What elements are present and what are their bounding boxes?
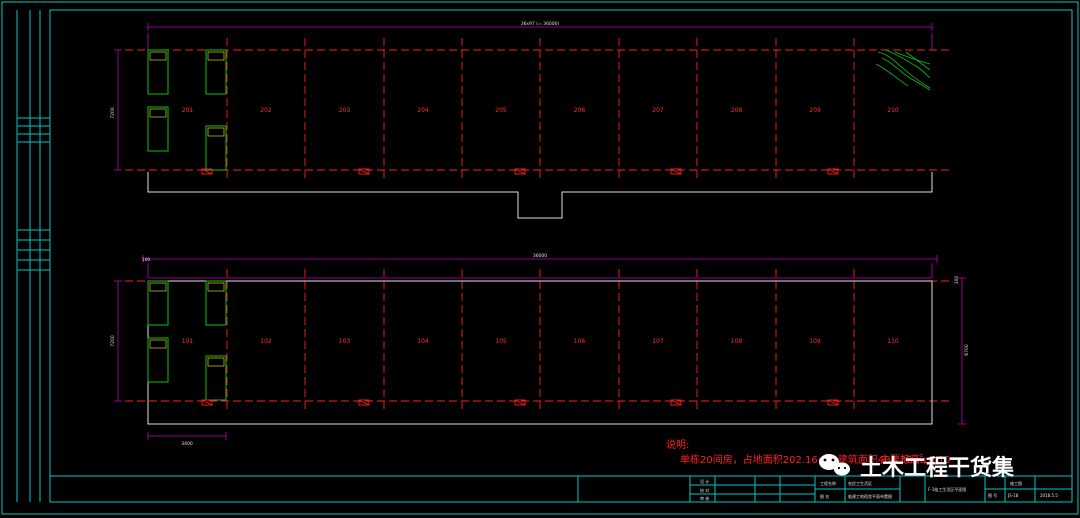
bottom-room-106: 106 [574,338,586,345]
top-room-208: 208 [731,107,743,114]
top-dimensions [114,23,933,171]
bottom-room-101: 101 [182,338,194,345]
bottom-bay-dimension: 3400 [181,441,193,447]
bottom-room-103: 103 [339,338,351,345]
plant-icon [875,49,931,91]
bottom-overall-dimension: 36000 [533,253,547,259]
bottom-offset-left: 100 [142,257,151,263]
bottom-room-108: 108 [731,338,743,345]
tb-date: 2018.5.5 [1040,493,1058,498]
bottom-partition-lines [226,269,855,413]
bottom-floor-plan: 36000 100 100 7200 6700 3400 101 102 103 10… [110,253,970,447]
top-depth-dimension: 7200 [110,107,116,119]
top-partition-lines [226,38,855,182]
bottom-room-105: 105 [495,338,507,345]
top-overall-dimension: 36x97 (= 36000) [521,21,560,27]
bottom-room-102: 102 [260,338,272,345]
cad-floor-plan: 设 计 校 对 审 核 工程名称 农民工生活区 图 名 临建工地宿舍平面布置图 … [1,1,1079,515]
tb-design: 设 计 [700,478,709,484]
top-room-202: 202 [260,107,272,114]
top-room-206: 206 [574,107,586,114]
notes-heading: 说明: [666,438,689,451]
watermark-text: 土木工程干货集 [860,455,1015,481]
bottom-room-109: 109 [809,338,821,345]
top-room-204: 204 [417,107,429,114]
bottom-axis-lines [125,280,950,402]
tb-drawing-name: 临建工地宿舍平面布置图 [848,493,892,499]
tb-drawing-no: JS-18 [1007,493,1019,498]
bottom-room-107: 107 [652,338,664,345]
top-axis-lines [125,49,950,171]
top-room-209: 209 [809,107,821,114]
top-room-205: 205 [495,107,507,114]
bottom-room-110: 110 [887,338,899,345]
tb-check: 校 对 [700,487,709,493]
top-room-201: 201 [182,107,194,114]
top-wall-outline [147,172,933,219]
tb-drawing-no-label: 图 号 [988,492,997,498]
top-floor-plan: 36x97 (= 36000) 7200 201 202 203 204 205… [110,21,950,219]
bottom-depth-dimension: 7200 [110,335,116,347]
tb-project-label: 工程名称 [820,480,836,486]
bottom-right-dimension: 6700 [964,344,970,356]
tb-review: 审 核 [700,495,709,501]
tb-sheet-title: F-1临工生活区平面图 [928,486,966,492]
bottom-room-104: 104 [417,338,429,345]
tb-drawing-label: 图 名 [820,493,829,499]
top-room-203: 203 [339,107,351,114]
top-room-207: 207 [652,107,664,114]
bottom-offset-right: 100 [954,276,960,285]
top-room-210: 210 [887,107,899,114]
